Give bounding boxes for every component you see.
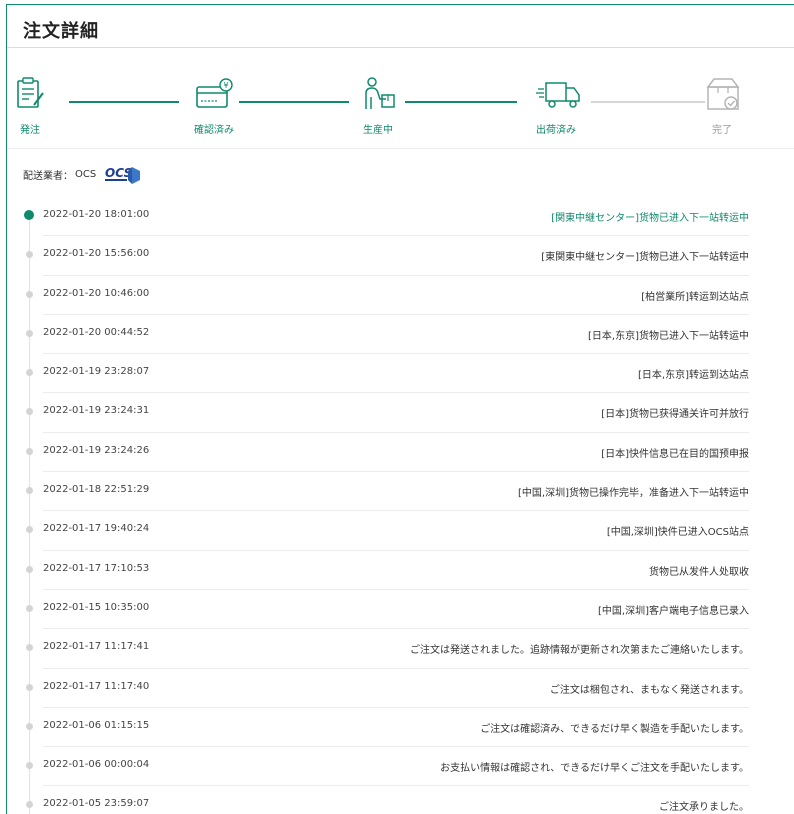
box-check-icon	[702, 75, 742, 113]
timeline-description: [日本]快件信息已在目的国预申报	[601, 448, 749, 460]
timeline-dot	[26, 762, 33, 770]
step-complete: 完了	[677, 75, 767, 136]
timeline-time: 2022-01-05 23:59:07	[43, 798, 150, 810]
delivery-truck-icon	[536, 75, 580, 113]
timeline-dot	[26, 290, 33, 298]
timeline-entry: 2022-01-17 11:17:41 ご注文は発送されました。追跡情報が更新され…	[7, 629, 794, 669]
timeline-entry: 2022-01-20 15:56:00 [東関東中継センター]货物已进入下一站转运…	[7, 236, 794, 276]
timeline-entry: 2022-01-19 23:24:31 [日本]货物已获得通关许可并放行	[7, 393, 794, 433]
step-label: 確認済み	[194, 125, 234, 136]
timeline-description: お支払い情報は確認され、できるだけ早くご注文を手配いたします。	[440, 763, 749, 775]
timeline-dot	[26, 722, 33, 730]
carrier-info: 配送業者： OCS OCS	[23, 163, 142, 185]
payment-card-icon: ¥	[194, 75, 234, 113]
timeline-entry: 2022-01-20 18:01:00 [関東中継センター]货物已进入下一站转运中	[7, 197, 794, 237]
timeline-time: 2022-01-17 19:40:24	[43, 523, 150, 535]
page-title: 注文詳細	[23, 21, 99, 42]
step-label: 発注	[20, 125, 40, 136]
timeline-description: ご注文は発送されました。追跡情報が更新され次第またご連絡いたします。	[410, 645, 749, 657]
timeline-entry: 2022-01-06 01:15:15 ご注文は確認済み、できるだけ早く製造を手配…	[7, 708, 794, 748]
timeline-entry: 2022-01-17 17:10:53 货物已从发件人处取收	[7, 551, 794, 590]
step-shipped: 出荷済み	[511, 75, 601, 136]
timeline-description: ご注文は確認済み、できるだけ早く製造を手配いたします。	[480, 723, 749, 735]
order-form-icon	[10, 75, 50, 113]
timeline-time: 2022-01-19 23:24:26	[43, 444, 150, 456]
timeline-time: 2022-01-06 00:00:04	[43, 759, 150, 771]
timeline-description: [日本,东京]货物已进入下一站转运中	[588, 330, 749, 342]
timeline-time: 2022-01-20 15:56:00	[43, 248, 150, 260]
timeline-dot	[26, 565, 33, 573]
timeline-dot	[26, 251, 33, 259]
timeline-dot	[26, 487, 33, 495]
timeline-time: 2022-01-20 10:46:00	[43, 287, 150, 299]
step-label: 出荷済み	[536, 125, 576, 136]
timeline-dot	[26, 683, 33, 691]
timeline-description: [関東中継センター]货物已进入下一站转运中	[551, 213, 749, 224]
timeline-entry: 2022-01-19 23:28:07 [日本,东京]转运到达站点	[7, 354, 794, 394]
tracking-timeline: 2022-01-20 18:01:00 [関東中継センター]货物已进入下一站转运中…	[7, 197, 794, 814]
carrier-label: 配送業者：	[23, 170, 73, 182]
timeline-dot	[26, 408, 33, 416]
timeline-time: 2022-01-20 00:44:52	[43, 326, 150, 338]
step-label: 完了	[712, 125, 732, 136]
timeline-dot	[26, 329, 33, 337]
carrier-name: OCS	[75, 168, 97, 180]
timeline-time: 2022-01-19 23:24:31	[43, 405, 150, 417]
timeline-dot	[26, 801, 33, 809]
timeline-dot	[26, 526, 33, 534]
timeline-entry: 2022-01-15 10:35:00 [中国,深圳]客户端电子信息已录入	[7, 590, 794, 630]
timeline-entry: 2022-01-06 00:00:04 お支払い情報は確認され、できるだけ早くご注…	[7, 747, 794, 787]
step-label: 生産中	[363, 125, 393, 136]
order-progress-steps: 発注 ¥ 確認済み 生産中 出荷済み 完了	[7, 75, 794, 149]
timeline-entry: 2022-01-17 11:17:40 ご注文は梱包され、まもなく発送されます。	[7, 669, 794, 708]
step-confirmed: ¥ 確認済み	[169, 75, 259, 136]
timeline-dot	[24, 210, 34, 220]
timeline-description: [日本,东京]转运到达站点	[638, 370, 749, 382]
worker-package-icon	[358, 75, 398, 113]
timeline-entry: 2022-01-20 00:44:52 [日本,东京]货物已进入下一站转运中	[7, 315, 794, 355]
timeline-time: 2022-01-19 23:28:07	[43, 366, 150, 378]
timeline-time: 2022-01-17 11:17:41	[43, 641, 150, 653]
svg-text:¥: ¥	[223, 81, 228, 90]
title-divider	[7, 47, 794, 48]
timeline-description: [中国,深圳]快件已进入OCS站点	[606, 527, 749, 539]
timeline-description: [中国,深圳]货物已操作完毕，准备进入下一站转运中	[518, 488, 749, 500]
step-production: 生産中	[333, 75, 423, 136]
timeline-dot	[26, 604, 33, 612]
timeline-description: [東関東中継センター]货物已进入下一站转运中	[541, 252, 749, 264]
timeline-description: ご注文承りました。	[659, 802, 749, 814]
timeline-entry: 2022-01-19 23:24:26 [日本]快件信息已在目的国预申报	[7, 433, 794, 473]
carrier-logo: OCS	[104, 163, 142, 185]
order-detail-panel: 注文詳細 発注 ¥ 確認済み 生産中 出荷済み 完了 配送業者： OCS OCS…	[6, 4, 794, 814]
timeline-description: 货物已从发件人处取收	[649, 566, 749, 578]
timeline-time: 2022-01-17 11:17:40	[43, 680, 150, 692]
timeline-entry: 2022-01-17 19:40:24 [中国,深圳]快件已进入OCS站点	[7, 511, 794, 551]
timeline-description: [中国,深圳]客户端电子信息已录入	[598, 605, 749, 617]
step-connector-1	[69, 101, 179, 103]
timeline-entry: 2022-01-20 10:46:00 [柏営業所]转运到达站点	[7, 276, 794, 315]
step-order: 発注	[0, 75, 75, 136]
timeline-description: ご注文は梱包され、まもなく発送されます。	[549, 684, 749, 696]
timeline-time: 2022-01-18 22:51:29	[43, 484, 150, 496]
timeline-dot	[26, 447, 33, 455]
timeline-time: 2022-01-06 01:15:15	[43, 719, 150, 731]
timeline-dot	[26, 369, 33, 377]
timeline-dot	[26, 644, 33, 652]
timeline-description: [日本]货物已获得通关许可并放行	[601, 409, 749, 421]
timeline-time: 2022-01-17 17:10:53	[43, 562, 150, 574]
timeline-description: [柏営業所]转运到达站点	[641, 291, 749, 303]
timeline-entry: 2022-01-05 23:59:07 ご注文承りました。	[7, 786, 794, 814]
timeline-time: 2022-01-15 10:35:00	[43, 601, 150, 613]
steps-divider	[7, 148, 794, 149]
timeline-time: 2022-01-20 18:01:00	[43, 209, 150, 220]
timeline-entry: 2022-01-18 22:51:29 [中国,深圳]货物已操作完毕，准备进入下一…	[7, 472, 794, 512]
